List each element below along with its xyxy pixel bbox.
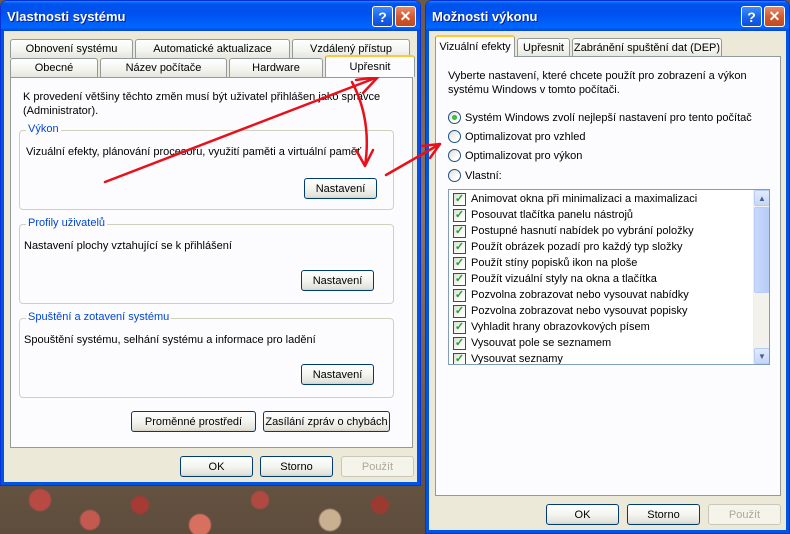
title-bar[interactable]: Možnosti výkonu ? ✕ (426, 1, 789, 31)
performance-description: Vizuální efekty, plánování procesoru, vy… (26, 146, 362, 158)
effect-item[interactable]: ✓ Pozvolna zobrazovat nebo vysouvat nabíd… (449, 287, 769, 303)
title-bar[interactable]: Vlastnosti systému ? ✕ (1, 1, 420, 31)
effect-item[interactable]: ✓ Pozvolna zobrazovat nebo vysouvat popis… (449, 303, 769, 319)
user-profiles-settings-button[interactable]: Nastavení (301, 270, 374, 291)
apply-button[interactable]: Použít (341, 456, 414, 477)
startup-recovery-group: Spuštění a zotavení systému Spouštění sy… (19, 311, 394, 398)
effect-item[interactable]: ✓ Vyhladit hrany obrazovkových písem (449, 319, 769, 335)
performance-options-window: Možnosti výkonu ? ✕ Vizuální efekty Upře… (425, 0, 790, 534)
option-let-windows-choose[interactable]: Systém Windows zvolí nejlepší nastavení … (448, 111, 752, 124)
error-reporting-button[interactable]: Zasílání zpráv o chybách (263, 411, 390, 432)
checkbox-checked-icon[interactable]: ✓ (453, 304, 466, 318)
performance-settings-button[interactable]: Nastavení (304, 178, 377, 199)
checkbox-checked-icon[interactable]: ✓ (453, 336, 466, 350)
vertical-scrollbar[interactable]: ▲ ▼ (753, 190, 769, 364)
tab-dep[interactable]: Zabránění spuštění dat (DEP) (572, 38, 722, 57)
scroll-down-icon[interactable]: ▼ (754, 348, 769, 364)
effect-item[interactable]: ✓ Posouvat tlačítka panelu nástrojů (449, 207, 769, 223)
effect-label: Animovat okna při minimalizaci a maximal… (471, 193, 698, 205)
effect-item[interactable]: ✓ Vysouvat pole se seznamem (449, 335, 769, 351)
effect-label: Vyhladit hrany obrazovkových písem (471, 321, 650, 333)
effect-label: Vysouvat seznamy (471, 353, 563, 365)
effect-label: Použít vizuální styly na okna a tlačítka (471, 273, 657, 285)
advanced-tab-panel: K provedení většiny těchto změn musí být… (10, 77, 413, 448)
user-profiles-group-title: Profily uživatelů (26, 217, 108, 229)
scroll-up-icon[interactable]: ▲ (754, 190, 769, 206)
effect-label: Použít obrázek pozadí pro každý typ slož… (471, 241, 683, 253)
tab-automatic-updates[interactable]: Automatické aktualizace (135, 39, 290, 58)
checkbox-checked-icon[interactable]: ✓ (453, 208, 466, 222)
system-properties-window: Vlastnosti systému ? ✕ Obnovení systému … (0, 0, 421, 486)
option-label: Vlastní: (465, 169, 502, 182)
window-title: Možnosti výkonu (432, 8, 538, 24)
tab-advanced[interactable]: Upřesnit (325, 55, 415, 77)
ok-button[interactable]: OK (546, 504, 619, 525)
checkbox-checked-icon[interactable]: ✓ (453, 272, 466, 286)
option-best-performance[interactable]: Optimalizovat pro výkon (448, 149, 582, 162)
visual-effects-list[interactable]: ✓ Animovat okna při minimalizaci a maxima… (448, 189, 770, 365)
performance-group: Výkon Vizuální efekty, plánování proceso… (19, 123, 394, 210)
checkbox-checked-icon[interactable]: ✓ (453, 240, 466, 254)
effect-item[interactable]: ✓ Použít obrázek pozadí pro každý typ slo… (449, 239, 769, 255)
option-best-appearance[interactable]: Optimalizovat pro vzhled (448, 130, 585, 143)
cancel-button[interactable]: Storno (627, 504, 700, 525)
tab-visual-effects[interactable]: Vizuální efekty (435, 35, 515, 57)
startup-recovery-description: Spouštění systému, selhání systému a inf… (24, 334, 316, 346)
apply-button[interactable]: Použít (708, 504, 781, 525)
user-profiles-group: Profily uživatelů Nastavení plochy vztah… (19, 217, 394, 304)
checkbox-checked-icon[interactable]: ✓ (453, 192, 466, 206)
effect-label: Posouvat tlačítka panelu nástrojů (471, 209, 634, 221)
option-label: Optimalizovat pro vzhled (465, 130, 586, 143)
tab-hardware[interactable]: Hardware (229, 58, 323, 77)
tab-general[interactable]: Obecné (10, 58, 98, 77)
radio-icon (448, 169, 461, 182)
option-label: Optimalizovat pro výkon (465, 149, 583, 162)
checkbox-checked-icon[interactable]: ✓ (453, 352, 466, 364)
effect-label: Postupné hasnutí nabídek po vybrání polo… (471, 225, 694, 237)
scrollbar-thumb[interactable] (754, 207, 769, 293)
radio-icon (448, 149, 461, 162)
close-button[interactable]: ✕ (395, 6, 416, 27)
effect-item[interactable]: ✓ Použít stíny popisků ikon na ploše (449, 255, 769, 271)
effect-item[interactable]: ✓ Vysouvat seznamy (449, 351, 769, 365)
effect-label: Vysouvat pole se seznamem (471, 337, 612, 349)
tab-computer-name[interactable]: Název počítače (100, 58, 227, 77)
ok-button[interactable]: OK (180, 456, 253, 477)
effect-item[interactable]: ✓ Animovat okna při minimalizaci a maxima… (449, 191, 769, 207)
window-title: Vlastnosti systému (7, 8, 126, 24)
admin-note: K provedení většiny těchto změn musí být… (23, 91, 381, 117)
user-profiles-description: Nastavení plochy vztahující se k přihláš… (24, 240, 232, 252)
tab-system-restore[interactable]: Obnovení systému (10, 39, 133, 58)
radio-icon (448, 130, 461, 143)
checkbox-checked-icon[interactable]: ✓ (453, 288, 466, 302)
effect-item[interactable]: ✓ Postupné hasnutí nabídek po vybrání pol… (449, 223, 769, 239)
cancel-button[interactable]: Storno (260, 456, 333, 477)
tab-advanced[interactable]: Upřesnit (517, 38, 570, 57)
option-label: Systém Windows zvolí nejlepší nastavení … (465, 111, 752, 124)
visual-effects-tab-panel: Vyberte nastavení, které chcete použít p… (435, 56, 781, 496)
checkbox-checked-icon[interactable]: ✓ (453, 256, 466, 270)
help-button[interactable]: ? (741, 6, 762, 27)
effect-label: Použít stíny popisků ikon na ploše (471, 257, 638, 269)
checkbox-checked-icon[interactable]: ✓ (453, 320, 466, 334)
close-button[interactable]: ✕ (764, 6, 785, 27)
intro-text: Vyberte nastavení, které chcete použít p… (448, 70, 747, 96)
effect-label: Pozvolna zobrazovat nebo vysouvat nabídk… (471, 289, 689, 301)
startup-recovery-settings-button[interactable]: Nastavení (301, 364, 374, 385)
checkbox-checked-icon[interactable]: ✓ (453, 224, 466, 238)
effect-label: Pozvolna zobrazovat nebo vysouvat popisk… (471, 305, 688, 317)
help-button[interactable]: ? (372, 6, 393, 27)
effect-item[interactable]: ✓ Použít vizuální styly na okna a tlačítk… (449, 271, 769, 287)
option-custom[interactable]: Vlastní: (448, 169, 502, 182)
performance-group-title: Výkon (26, 123, 61, 135)
startup-recovery-group-title: Spuštění a zotavení systému (26, 311, 172, 323)
environment-variables-button[interactable]: Proměnné prostředí (131, 411, 256, 432)
radio-selected-icon (448, 111, 461, 124)
